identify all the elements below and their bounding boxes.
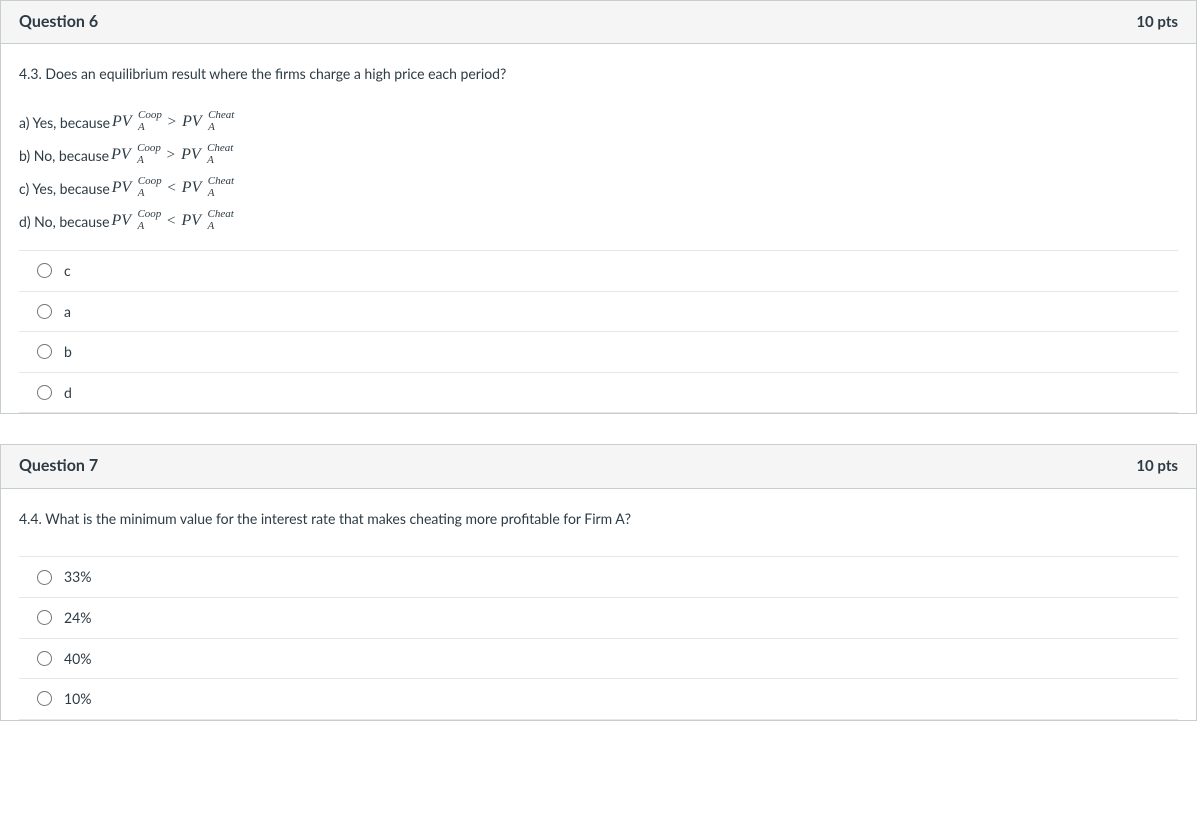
q6-option-a[interactable]: a [19,291,1178,332]
question-6-title: Question 6 [19,11,98,33]
question-7-prompt: 4.4. What is the minimum value for the i… [19,509,1178,529]
question-7-card: Question 7 10 pts 4.4. What is the minim… [0,444,1197,720]
q6-line-d: d) No, because PV Coop A < PV Cheat A [19,211,1178,232]
question-7-points: 10 pts [1136,456,1178,477]
question-7-body: 4.4. What is the minimum value for the i… [1,489,1196,720]
pv-cheat-term: PV Cheat A [182,114,232,130]
q6-line-c: c) Yes, because PV Coop A < PV Cheat A [19,178,1178,199]
q6-radio-d[interactable] [37,385,52,400]
q7-radio-40[interactable] [37,651,52,666]
pv-coop-term: PV Coop A [111,147,161,163]
q7-option-10[interactable]: 10% [19,678,1178,720]
q6-option-c[interactable]: c [19,250,1178,291]
q6-option-label: a [64,302,71,322]
q7-option-24[interactable]: 24% [19,597,1178,638]
q7-option-33[interactable]: 33% [19,556,1178,597]
q6-answers: c a b d [19,250,1178,413]
q7-option-label: 40% [64,649,91,669]
pv-coop-term: PV Coop A [112,180,162,196]
q7-answers: 33% 24% 40% 10% [19,556,1178,719]
q7-option-label: 33% [64,567,91,587]
pv-coop-term: PV Coop A [112,114,162,130]
q6-line-a: a) Yes, because PV Coop A > PV Cheat A [19,112,1178,133]
question-6-points: 10 pts [1136,12,1178,33]
q7-option-label: 24% [64,608,91,628]
q6-radio-a[interactable] [37,304,52,319]
q6-option-b[interactable]: b [19,331,1178,372]
question-7-title: Question 7 [19,455,98,477]
pv-cheat-term: PV Cheat A [181,147,231,163]
q6-option-label: b [64,342,72,362]
q7-radio-33[interactable] [37,570,52,585]
q7-option-40[interactable]: 40% [19,638,1178,679]
q6-line-b: b) No, because PV Coop A > PV Cheat A [19,145,1178,166]
question-6-card: Question 6 10 pts 4.3. Does an equilibri… [0,0,1197,414]
q7-radio-24[interactable] [37,610,52,625]
q6-radio-b[interactable] [37,344,52,359]
question-6-prompt: 4.3. Does an equilibrium result where th… [19,64,1178,84]
pv-cheat-term: PV Cheat A [181,213,231,229]
q6-option-label: c [64,261,71,281]
pv-coop-term: PV Coop A [111,213,161,229]
q6-radio-c[interactable] [37,263,52,278]
question-7-header: Question 7 10 pts [1,445,1196,488]
q6-option-label: d [64,383,72,403]
question-6-header: Question 6 10 pts [1,1,1196,44]
question-6-body: 4.3. Does an equilibrium result where th… [1,44,1196,413]
q6-option-d[interactable]: d [19,372,1178,414]
pv-cheat-term: PV Cheat A [182,180,232,196]
q7-radio-10[interactable] [37,691,52,706]
q7-option-label: 10% [64,689,91,709]
